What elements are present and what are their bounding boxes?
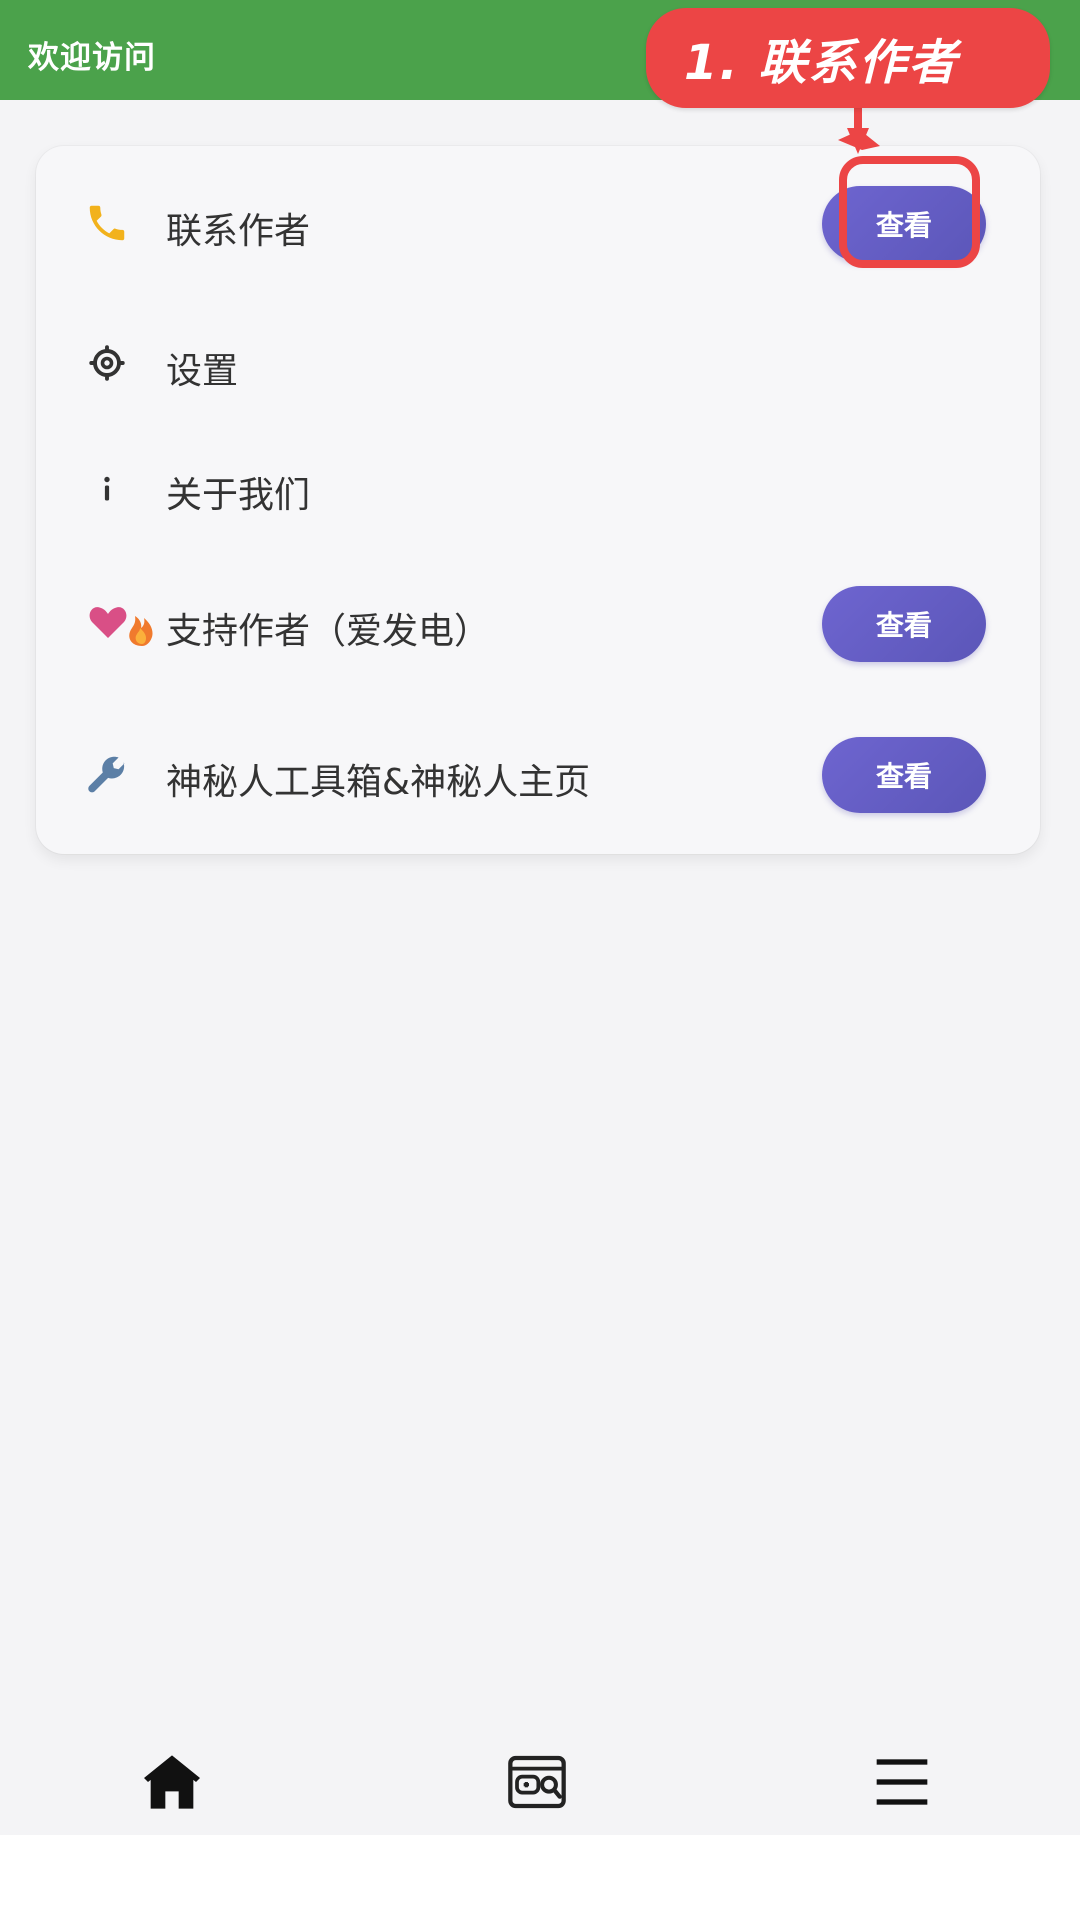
nav-menu[interactable] bbox=[862, 1750, 942, 1835]
menu-item-toolbox[interactable]: 神秘人工具箱&神秘人主页 查看 bbox=[36, 733, 1040, 813]
game-search-icon bbox=[505, 1750, 569, 1818]
info-icon bbox=[84, 464, 130, 510]
gear-icon bbox=[84, 340, 130, 386]
menu-item-label: 设置 bbox=[166, 351, 239, 392]
annotation-highlight-box bbox=[839, 156, 980, 268]
menu-item-label: 关于我们 bbox=[166, 475, 311, 516]
menu-item-label: 支持作者（爱发电） bbox=[166, 611, 491, 652]
annotation-callout: 1. 联系作者 bbox=[646, 8, 1050, 108]
heart-fire-icon bbox=[88, 600, 158, 646]
menu-item-settings[interactable]: 设置 bbox=[36, 322, 1040, 402]
nav-game-search[interactable] bbox=[497, 1750, 577, 1835]
wrench-icon bbox=[84, 751, 130, 797]
view-button[interactable]: 查看 bbox=[822, 586, 986, 662]
nav-home[interactable] bbox=[132, 1750, 212, 1835]
menu-item-label: 神秘人工具箱&神秘人主页 bbox=[166, 762, 591, 803]
app-screen: 欢迎访问 联系作者 查看 设置 关于我们 支持作者（爱发电） 查看 神秘人工具箱… bbox=[0, 0, 1080, 1835]
bottom-blank-area bbox=[0, 1835, 1080, 1920]
menu-icon bbox=[870, 1750, 934, 1818]
menu-item-about-us[interactable]: 关于我们 bbox=[36, 446, 1040, 526]
bottom-nav bbox=[0, 1750, 1080, 1835]
home-icon bbox=[140, 1750, 204, 1818]
view-button[interactable]: 查看 bbox=[822, 737, 986, 813]
menu-item-support-author[interactable]: 支持作者（爱发电） 查看 bbox=[36, 582, 1040, 662]
